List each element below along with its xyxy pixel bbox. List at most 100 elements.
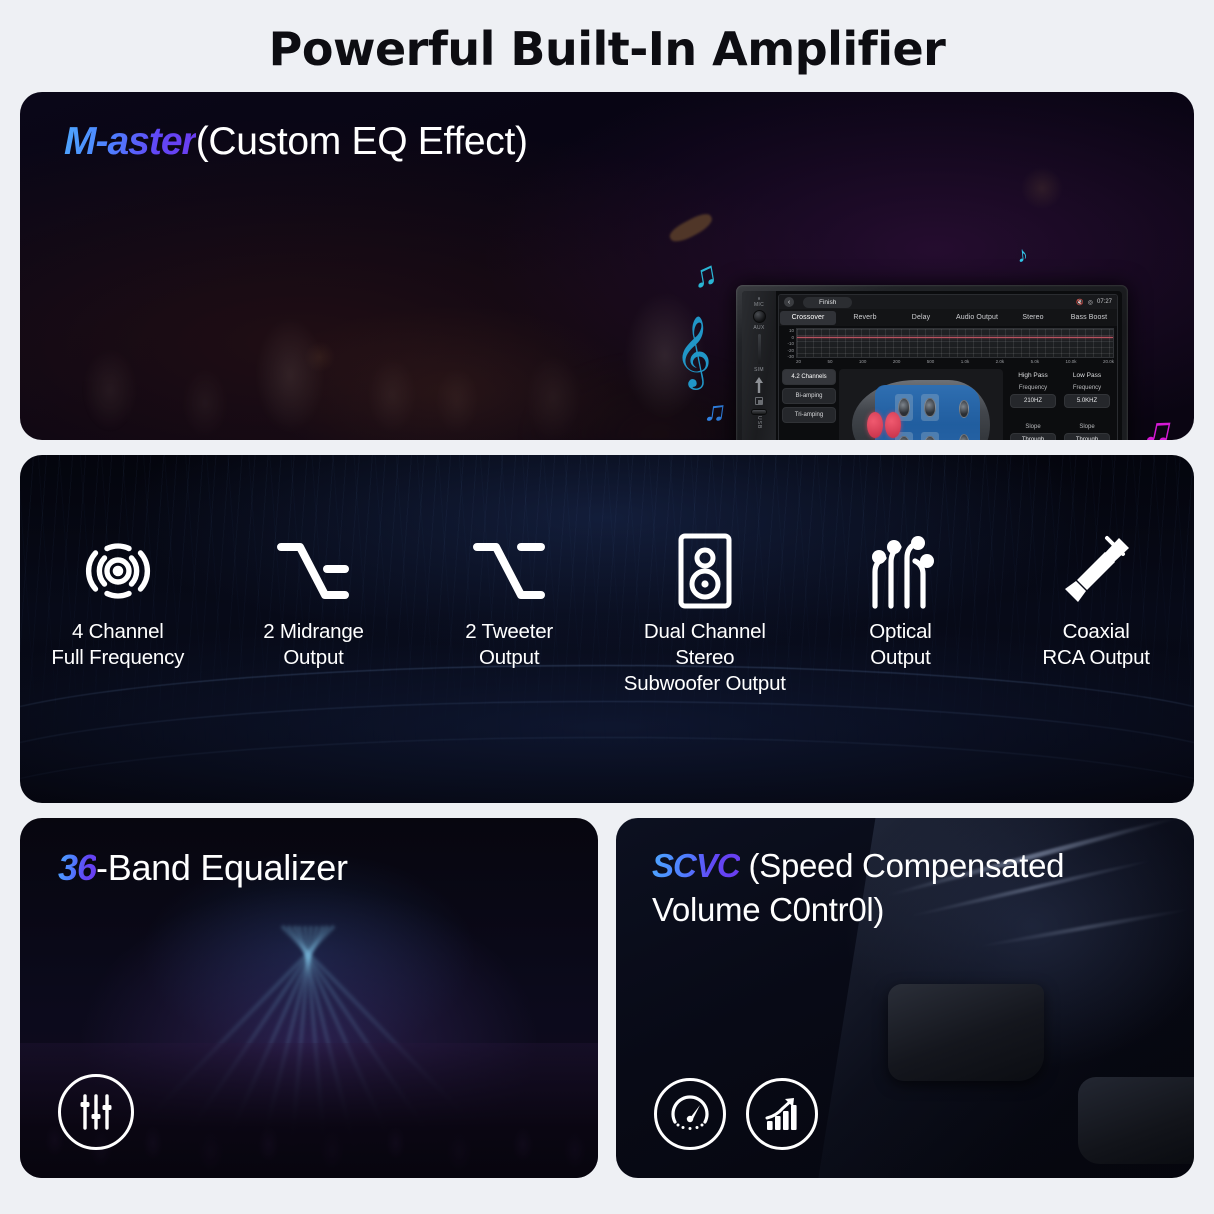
master-heading: M-aster(Custom EQ Effect): [64, 120, 528, 164]
aux-port-label: AUX: [753, 324, 765, 331]
crossover-panel: 4.2 Channels Bi-amping Tri-amping High P…: [779, 366, 1117, 440]
tab-audio-output[interactable]: Audio Output: [949, 309, 1005, 326]
sd-card-slot-icon[interactable]: [755, 396, 763, 405]
status-bar-clock: 07:27: [1096, 299, 1112, 305]
feature-dual-channel-subwoofer-output: Dual Channel Stereo Subwoofer Output: [615, 533, 795, 698]
tab-crossover[interactable]: Crossover: [780, 310, 836, 325]
high-pass-slope-value[interactable]: Through: [1010, 433, 1056, 440]
feature-coaxial-rca-output: Coaxial RCA Output: [1006, 533, 1186, 671]
eq-x-tick: 1.0k: [960, 359, 970, 364]
feature-caption: Dual Channel Stereo Subwoofer Output: [615, 619, 795, 698]
head-unit-inner: MIC AUX SIM USB RST: [742, 291, 1122, 440]
eq-y-tick: 0: [791, 334, 794, 340]
pass-filter-controls: High Pass Frequency 210HZ Low Pass Frequ…: [1006, 369, 1114, 440]
treble-clef-icon: 𝄞: [675, 317, 712, 386]
master-brand-word: M-aster: [64, 120, 197, 163]
high-pass-slope-group: Slope Through: [1006, 418, 1060, 440]
eq-x-tick: 2.0k: [995, 359, 1005, 364]
usb-port-label: USB: [756, 415, 762, 429]
feature-caption: Optical Output: [810, 619, 990, 671]
music-note-icon: ♪: [1015, 241, 1030, 268]
location-pin-icon: ◎: [1087, 299, 1093, 306]
eq-x-tick: 100: [858, 359, 867, 364]
aux-jack-icon[interactable]: [752, 309, 766, 323]
tab-bass-boost[interactable]: Bass Boost: [1061, 309, 1117, 326]
finish-button[interactable]: Finish: [803, 296, 853, 308]
eq-x-tick: 500: [926, 359, 935, 364]
low-pass-slope-label: Slope: [1079, 424, 1095, 430]
equalizer-number: 36: [58, 847, 97, 888]
eq-graph-main: 20 50 100 200 500 1.0k 2.0k 5.0k 10.0k 2…: [796, 328, 1114, 366]
eq-y-tick: -10: [787, 341, 794, 346]
midrange-filter-curve-icon: [223, 533, 403, 609]
tab-delay[interactable]: Delay: [893, 309, 949, 326]
wireless-speaker-waves-icon: [28, 533, 208, 609]
low-pass-frequency-value[interactable]: 5.0KHZ: [1064, 394, 1110, 408]
low-pass-frequency-label: Frequency: [1072, 385, 1102, 391]
side-mirror-secondary: [1078, 1077, 1194, 1164]
sim-port-label: SIM: [754, 366, 764, 373]
card-master-eq: M-aster(Custom EQ Effect) ♫ 𝄞 ♫ ♪ ♫ ♪ MI…: [20, 92, 1194, 440]
feature-4-channel-full-frequency: 4 Channel Full Frequency: [28, 533, 208, 671]
output-feature-row: 4 Channel Full Frequency 2 Midrange Outp…: [20, 533, 1194, 698]
eq-y-axis: 10 0 -10 -20 -30: [782, 328, 796, 366]
rising-bar-chart-icon: [746, 1078, 818, 1150]
high-pass-frequency-label: Frequency: [1018, 385, 1048, 391]
tweeter-filter-curve-icon: [419, 533, 599, 609]
car-speaker-icon: [898, 398, 910, 418]
back-chevron-icon[interactable]: ‹: [784, 297, 794, 307]
eq-x-tick: 5.0k: [1030, 359, 1040, 364]
eq-y-tick: -30: [787, 354, 794, 359]
card-36-band-equalizer: 36-Band Equalizer: [20, 818, 598, 1178]
feature-caption-line2: Subwoofer Output: [623, 672, 786, 696]
channel-mode-buttons: 4.2 Channels Bi-amping Tri-amping: [782, 369, 836, 440]
eq-graph[interactable]: 10 0 -10 -20 -30 20 50 100 200 500 1.0k …: [779, 326, 1117, 366]
page-title: Powerful Built-In Amplifier: [268, 22, 946, 76]
low-pass-group: Low Pass Frequency 5.0KHZ: [1060, 369, 1114, 408]
usb-slot-icon[interactable]: [751, 408, 767, 415]
card-outputs: 4 Channel Full Frequency 2 Midrange Outp…: [20, 455, 1194, 803]
channel-button-tri-amping[interactable]: Tri-amping: [782, 407, 836, 423]
head-unit-port-column: MIC AUX SIM USB RST: [742, 291, 776, 440]
scvc-heading-line1: (Speed Compensated: [739, 847, 1065, 884]
screen-status-bar: ‹ Finish 🔇 ◎ 07:27: [779, 295, 1117, 309]
low-pass-slope-value[interactable]: Through: [1064, 433, 1110, 440]
feature-caption-line1: Optical: [869, 620, 932, 643]
equalizer-icon-group: [58, 1074, 134, 1150]
car-speaker-icon: [924, 398, 936, 418]
channel-button-42[interactable]: 4.2 Channels: [782, 369, 836, 385]
tab-stereo[interactable]: Stereo: [1005, 309, 1061, 326]
feature-caption-line2: Output: [478, 646, 540, 670]
high-pass-slope-label: Slope: [1025, 424, 1041, 430]
cards-container: M-aster(Custom EQ Effect) ♫ 𝄞 ♫ ♪ ♫ ♪ MI…: [0, 92, 1214, 1178]
high-pass-title: High Pass: [1018, 372, 1048, 379]
feature-caption: Coaxial RCA Output: [1006, 619, 1186, 671]
eq-x-tick: 20: [796, 359, 802, 364]
rca-plug-icon: [1006, 533, 1186, 609]
equalizer-sliders-icon: [58, 1074, 134, 1150]
eq-y-tick: 10: [788, 328, 794, 333]
eq-curve-plot[interactable]: [796, 328, 1114, 358]
high-pass-group: High Pass Frequency 210HZ: [1006, 369, 1060, 408]
subwoofer-cabinet-icon: [615, 533, 795, 609]
feature-caption-line1: 2 Tweeter: [465, 620, 554, 643]
scvc-icon-group: [654, 1078, 818, 1150]
high-pass-frequency-value[interactable]: 210HZ: [1010, 394, 1056, 408]
sim-slot-icon[interactable]: [757, 333, 761, 364]
channel-button-bi-amping[interactable]: Bi-amping: [782, 388, 836, 404]
music-note-icon: ♫: [701, 393, 729, 430]
eq-x-tick: 50: [827, 359, 833, 364]
head-unit-screen[interactable]: ‹ Finish 🔇 ◎ 07:27 Crossover Reverb Dela…: [778, 294, 1118, 440]
mic-hole-icon: [757, 297, 761, 300]
feature-caption-line1: 2 Midrange: [263, 620, 364, 643]
audio-settings-tabs: Crossover Reverb Delay Audio Output Ster…: [779, 309, 1117, 326]
low-pass-title: Low Pass: [1072, 372, 1102, 379]
car-speaker-layout-diagram[interactable]: [839, 369, 1003, 440]
feature-caption-line2: RCA Output: [1042, 646, 1150, 670]
head-unit-body: MIC AUX SIM USB RST: [736, 285, 1128, 440]
feature-caption-line1: Dual Channel Stereo: [643, 620, 766, 670]
scvc-heading-line2: Volume C0ntr0l): [652, 890, 885, 928]
feature-2-midrange-output: 2 Midrange Output: [223, 533, 403, 671]
mic-port-label: MIC: [753, 301, 765, 308]
tab-reverb[interactable]: Reverb: [837, 309, 893, 326]
